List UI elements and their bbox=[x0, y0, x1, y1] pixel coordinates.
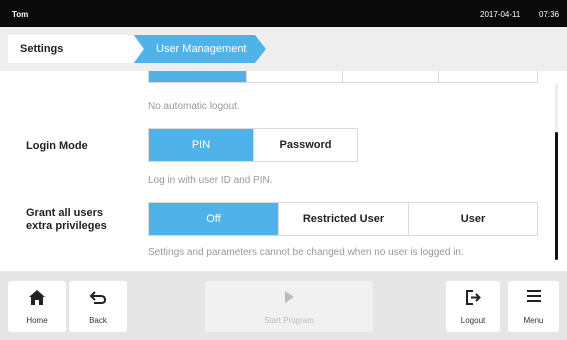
extra-privileges-label: Grant all users extra privileges bbox=[26, 207, 107, 233]
login-mode-hint: Log in with user ID and PIN. bbox=[148, 175, 273, 186]
status-date: 2017-04-11 bbox=[480, 10, 521, 19]
extra-privileges-user[interactable]: User bbox=[409, 203, 537, 235]
logout-button[interactable]: Logout bbox=[446, 281, 500, 332]
auto-logout-option[interactable] bbox=[343, 71, 439, 82]
breadcrumb-user-management[interactable]: User Management bbox=[134, 35, 266, 63]
scrollbar-thumb[interactable] bbox=[555, 132, 558, 260]
login-mode-label: Login Mode bbox=[26, 140, 88, 152]
extra-privileges-label-line2: extra privileges bbox=[26, 220, 107, 232]
extra-privileges-selector: Off Restricted User User bbox=[148, 202, 538, 236]
breadcrumb-user-management-label: User Management bbox=[156, 43, 247, 55]
home-icon bbox=[8, 289, 66, 311]
login-mode-selector: PIN Password bbox=[148, 128, 358, 162]
extra-privileges-label-line1: Grant all users bbox=[26, 207, 104, 219]
extra-privileges-hint: Settings and parameters cannot be change… bbox=[148, 247, 464, 258]
extra-privileges-restricted-user[interactable]: Restricted User bbox=[279, 203, 409, 235]
breadcrumb-settings[interactable]: Settings bbox=[8, 35, 143, 63]
menu-icon bbox=[508, 289, 559, 308]
auto-logout-option[interactable] bbox=[439, 71, 537, 82]
home-button[interactable]: Home bbox=[8, 281, 66, 332]
auto-logout-option[interactable] bbox=[247, 71, 343, 82]
footer-bar: Home Back Start Program Logout Menu bbox=[0, 271, 567, 340]
status-bar: Tom 2017-04-11 07:36 bbox=[0, 0, 567, 27]
home-label: Home bbox=[26, 316, 48, 325]
extra-privileges-off[interactable]: Off bbox=[149, 203, 279, 235]
start-program-label: Start Program bbox=[264, 316, 314, 325]
auto-logout-selector bbox=[148, 71, 538, 83]
logout-hint: No automatic logout. bbox=[148, 101, 240, 112]
back-label: Back bbox=[89, 316, 107, 325]
login-mode-password[interactable]: Password bbox=[254, 129, 357, 161]
back-arrow-icon bbox=[69, 289, 127, 311]
menu-label: Menu bbox=[523, 316, 544, 325]
auto-logout-option-selected[interactable] bbox=[149, 71, 247, 82]
logout-label: Logout bbox=[460, 316, 486, 325]
status-time: 07:36 bbox=[539, 10, 560, 19]
breadcrumb: Settings User Management bbox=[0, 27, 567, 71]
current-user: Tom bbox=[12, 10, 29, 19]
start-program-button[interactable]: Start Program bbox=[205, 281, 373, 332]
back-button[interactable]: Back bbox=[69, 281, 127, 332]
settings-content[interactable]: No automatic logout. Login Mode PIN Pass… bbox=[0, 71, 567, 271]
logout-icon bbox=[446, 289, 500, 311]
login-mode-pin[interactable]: PIN bbox=[149, 129, 254, 161]
breadcrumb-settings-label: Settings bbox=[20, 43, 64, 55]
play-icon bbox=[205, 289, 373, 310]
menu-button[interactable]: Menu bbox=[508, 281, 559, 332]
